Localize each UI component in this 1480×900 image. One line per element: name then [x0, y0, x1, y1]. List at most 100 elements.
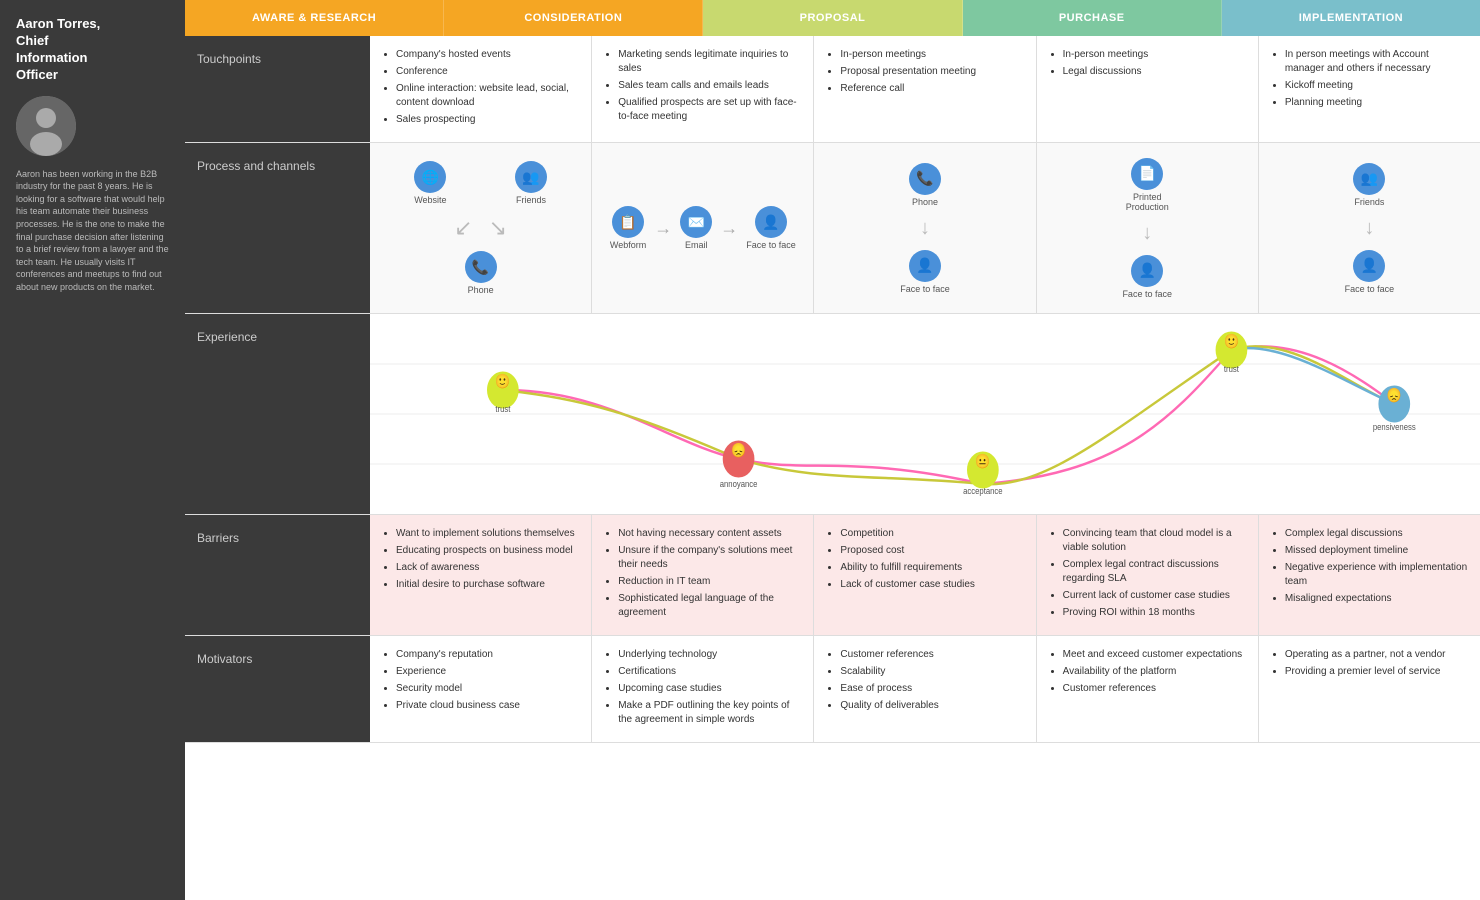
motivators-cell-0: Company's reputation Experience Security… [370, 636, 592, 742]
list-item: Sales team calls and emails leads [618, 79, 801, 93]
list-item: Want to implement solutions themselves [396, 527, 579, 541]
process-cell-purchase: 📄 PrintedProduction ↓ 👤 Face to face [1037, 143, 1259, 313]
experience-row: Experience [185, 314, 1480, 515]
touchpoints-cell-3: In-person meetings Legal discussions [1037, 36, 1259, 142]
channel-webform: 📋 Webform [610, 206, 646, 250]
stage-consideration: CONSIDERATION [444, 0, 703, 36]
list-item: Qualified prospects are set up with face… [618, 96, 801, 124]
list-item: In-person meetings [1063, 48, 1246, 62]
channel-face-purchase: 👤 Face to face [1122, 255, 1172, 299]
list-item: Current lack of customer case studies [1063, 589, 1246, 603]
svg-text:acceptance: acceptance [963, 485, 1003, 496]
touchpoints-label: Touchpoints [185, 36, 370, 142]
svg-text:😞: 😞 [1387, 387, 1402, 403]
touchpoints-cell-1: Marketing sends legitimate inquiries to … [592, 36, 814, 142]
list-item: Sales prospecting [396, 113, 579, 127]
list-item: Proposed cost [840, 544, 1023, 558]
arrow-diag-right: ↘ [489, 215, 507, 241]
channel-phone-proposal: 📞 Phone [909, 163, 941, 207]
list-item: Negative experience with implementation … [1285, 561, 1468, 589]
list-item: Private cloud business case [396, 699, 579, 713]
list-item: Sophisticated legal language of the agre… [618, 592, 801, 620]
list-item: Marketing sends legitimate inquiries to … [618, 48, 801, 76]
channel-friends: 👥 Friends [515, 161, 547, 205]
motivators-cell-3: Meet and exceed customer expectations Av… [1037, 636, 1259, 742]
barriers-row: Barriers Want to implement solutions the… [185, 515, 1480, 636]
persona-name: Aaron Torres, Chief Information Officer [16, 16, 100, 84]
process-content: 🌐 Website 👥 Friends ↙ ↘ [370, 143, 1480, 313]
experience-chart: 🙂 trust 😞 annoyance 😐 acceptance 🙂 trust [370, 314, 1480, 514]
arrow-diag-down: ↓ [920, 217, 930, 240]
channel-phone-aware: 📞 Phone [465, 251, 497, 295]
list-item: Online interaction: website lead, social… [396, 82, 579, 110]
list-item: Misaligned expectations [1285, 592, 1468, 606]
main-content: AWARE & RESEARCH CONSIDERATION PROPOSAL … [185, 0, 1480, 900]
list-item: Kickoff meeting [1285, 79, 1468, 93]
list-item: Make a PDF outlining the key points of t… [618, 699, 801, 727]
stage-proposal: PROPOSAL [703, 0, 962, 36]
arrow-down-impl: ↓ [1364, 217, 1374, 239]
list-item: Initial desire to purchase software [396, 578, 579, 592]
arrow-right-2: → [720, 218, 738, 239]
stage-aware: AWARE & RESEARCH [185, 0, 444, 36]
avatar [16, 96, 76, 156]
arrow-right-1: → [654, 218, 672, 239]
list-item: Company's hosted events [396, 48, 579, 62]
svg-text:😞: 😞 [731, 442, 746, 458]
touchpoints-cell-4: In person meetings with Account manager … [1259, 36, 1480, 142]
channel-friends-impl: 👥 Friends [1353, 163, 1385, 207]
touchpoints-cell-0: Company's hosted events Conference Onlin… [370, 36, 592, 142]
list-item: Competition [840, 527, 1023, 541]
motivators-row: Motivators Company's reputation Experien… [185, 636, 1480, 743]
list-item: Meet and exceed customer expectations [1063, 648, 1246, 662]
list-item: Customer references [1063, 682, 1246, 696]
list-item: Company's reputation [396, 648, 579, 662]
stage-implementation: IMPLEMENTATION [1222, 0, 1480, 36]
list-item: Convincing team that cloud model is a vi… [1063, 527, 1246, 555]
list-item: Reduction in IT team [618, 575, 801, 589]
list-item: Certifications [618, 665, 801, 679]
motivators-cell-1: Underlying technology Certifications Upc… [592, 636, 814, 742]
list-item: Customer references [840, 648, 1023, 662]
list-item: Proving ROI within 18 months [1063, 606, 1246, 620]
svg-text:trust: trust [495, 403, 511, 414]
process-label: Process and channels [185, 143, 370, 313]
list-item: Reference call [840, 82, 1023, 96]
barriers-cell-4: Complex legal discussions Missed deploym… [1259, 515, 1480, 635]
motivators-content: Company's reputation Experience Security… [370, 636, 1480, 742]
svg-text:pensiveness: pensiveness [1373, 421, 1416, 432]
svg-text:🙂: 🙂 [495, 373, 510, 389]
channel-printed: 📄 PrintedProduction [1126, 158, 1169, 212]
list-item: Upcoming case studies [618, 682, 801, 696]
svg-text:🙂: 🙂 [1224, 333, 1239, 349]
list-item: Proposal presentation meeting [840, 65, 1023, 79]
list-item: In person meetings with Account manager … [1285, 48, 1468, 76]
list-item: Lack of customer case studies [840, 578, 1023, 592]
motivators-cell-4: Operating as a partner, not a vendor Pro… [1259, 636, 1480, 742]
list-item: Scalability [840, 665, 1023, 679]
svg-text:😐: 😐 [975, 453, 990, 469]
process-cell-implementation: 👥 Friends ↓ 👤 Face to face [1259, 143, 1480, 313]
list-item: Legal discussions [1063, 65, 1246, 79]
channel-email: ✉️ Email [680, 206, 712, 250]
list-item: Complex legal discussions [1285, 527, 1468, 541]
persona-bio: Aaron has been working in the B2B indust… [16, 168, 169, 294]
process-row: Process and channels 🌐 Website 👥 [185, 143, 1480, 314]
barriers-content: Want to implement solutions themselves E… [370, 515, 1480, 635]
stage-purchase: PURCHASE [963, 0, 1222, 36]
channel-face-impl: 👤 Face to face [1345, 250, 1395, 294]
list-item: Security model [396, 682, 579, 696]
experience-label: Experience [185, 314, 370, 514]
list-item: Providing a premier level of service [1285, 665, 1468, 679]
list-item: In-person meetings [840, 48, 1023, 62]
list-item: Conference [396, 65, 579, 79]
list-item: Experience [396, 665, 579, 679]
list-item: Complex legal contract discussions regar… [1063, 558, 1246, 586]
touchpoints-row: Touchpoints Company's hosted events Conf… [185, 36, 1480, 143]
list-item: Planning meeting [1285, 96, 1468, 110]
barriers-cell-0: Want to implement solutions themselves E… [370, 515, 592, 635]
process-cell-consideration: 📋 Webform → ✉️ Email → 👤 Face to face [592, 143, 814, 313]
experience-content: 🙂 trust 😞 annoyance 😐 acceptance 🙂 trust [370, 314, 1480, 514]
list-item: Underlying technology [618, 648, 801, 662]
list-item: Not having necessary content assets [618, 527, 801, 541]
